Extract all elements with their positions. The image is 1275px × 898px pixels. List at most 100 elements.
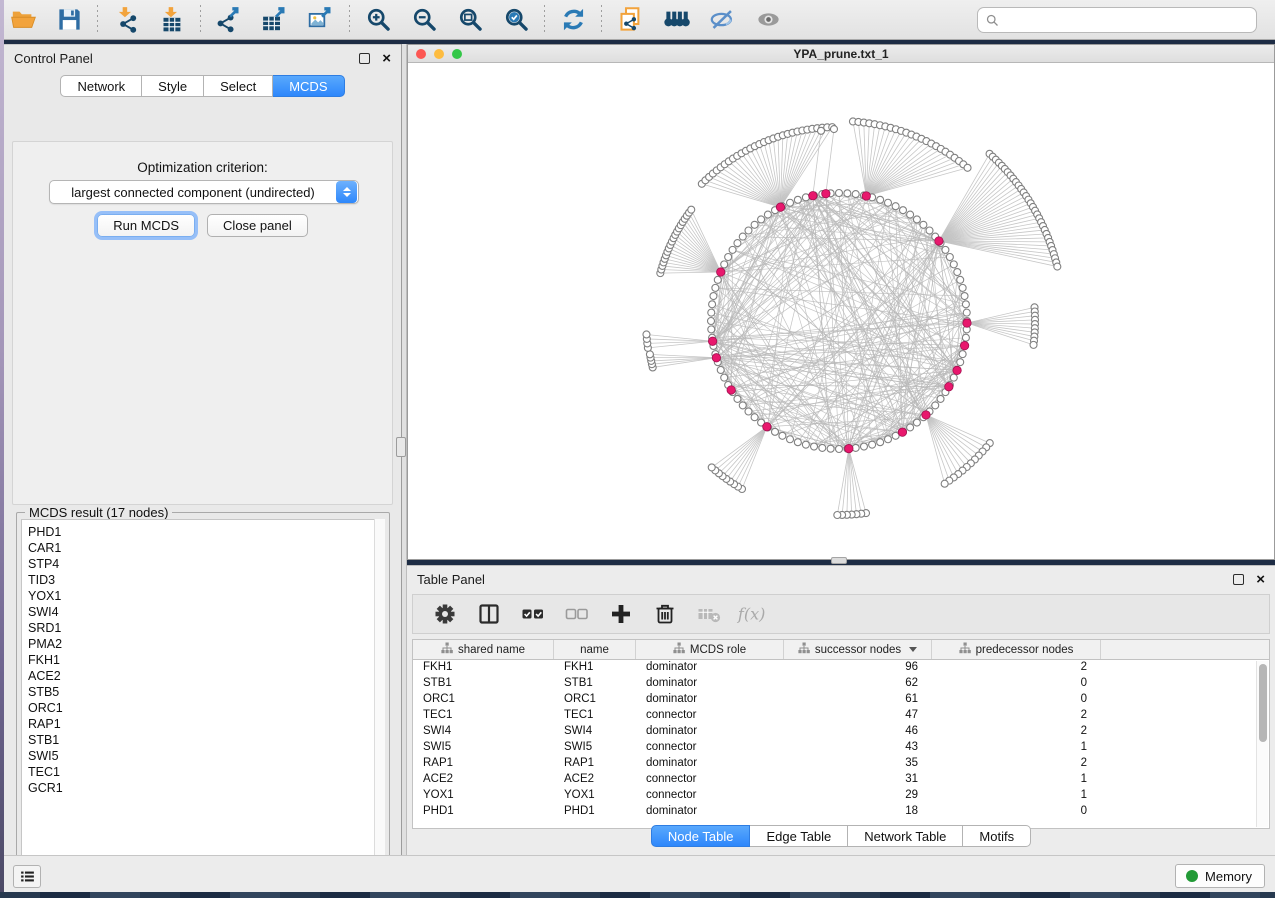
mcds-node-item[interactable]: ORC1 [28, 700, 384, 716]
list-menu-icon [19, 868, 36, 885]
table-footer-tabs: Node TableEdge TableNetwork TableMotifs [407, 821, 1275, 847]
cell-successor-nodes: 47 [784, 708, 932, 724]
gear-icon[interactable] [428, 599, 462, 629]
binoculars-icon[interactable] [659, 5, 693, 35]
close-table-panel-icon[interactable]: × [1256, 574, 1265, 585]
cell-successor-nodes: 18 [784, 804, 932, 820]
network-documents-icon[interactable] [613, 5, 647, 35]
column-header-name[interactable]: name [554, 640, 636, 659]
mcds-node-item[interactable]: TID3 [28, 572, 384, 588]
open-folder-icon[interactable] [6, 5, 40, 35]
table-row[interactable]: STB1STB1dominator620 [413, 676, 1269, 692]
mcds-node-item[interactable]: SRD1 [28, 620, 384, 636]
mcds-node-item[interactable]: PMA2 [28, 636, 384, 652]
search-input[interactable] [1000, 10, 1256, 30]
column-header-successor-nodes[interactable]: successor nodes [784, 640, 932, 659]
tab-style[interactable]: Style [142, 75, 204, 97]
cell-shared-name: ACE2 [413, 772, 554, 788]
horizontal-splitter-handle[interactable] [831, 557, 847, 564]
memory-button[interactable]: Memory [1175, 864, 1265, 888]
status-menu-button[interactable] [13, 865, 41, 888]
mcds-node-item[interactable]: STB1 [28, 732, 384, 748]
zoom-in-icon[interactable] [361, 5, 395, 35]
cell-successor-nodes: 62 [784, 676, 932, 692]
tab-edge-table[interactable]: Edge Table [750, 825, 848, 847]
zoom-selected-icon[interactable] [499, 5, 533, 35]
columns-icon[interactable] [472, 599, 506, 629]
mcds-node-item[interactable]: GCR1 [28, 780, 384, 796]
column-header-shared-name[interactable]: shared name [413, 640, 554, 659]
table-scrollbar[interactable] [1256, 661, 1268, 827]
save-icon[interactable] [52, 5, 86, 35]
close-panel-button[interactable]: Close panel [207, 214, 308, 237]
export-network-icon[interactable] [212, 5, 246, 35]
cell-successor-nodes: 43 [784, 740, 932, 756]
zoom-out-icon[interactable] [407, 5, 441, 35]
table-row[interactable]: ORC1ORC1dominator610 [413, 692, 1269, 708]
table-row[interactable]: RAP1RAP1dominator352 [413, 756, 1269, 772]
mcds-node-item[interactable]: RAP1 [28, 716, 384, 732]
trash-icon[interactable] [648, 599, 682, 629]
column-header-MCDS-role[interactable]: MCDS role [636, 640, 784, 659]
float-table-panel-icon[interactable] [1233, 574, 1244, 585]
cell-name: RAP1 [554, 756, 636, 772]
import-table-icon[interactable] [155, 5, 189, 35]
cell-name: YOX1 [554, 788, 636, 804]
table-row[interactable]: ACE2ACE2connector311 [413, 772, 1269, 788]
mcds-node-item[interactable]: STB5 [28, 684, 384, 700]
tab-motifs[interactable]: Motifs [963, 825, 1031, 847]
mcds-node-item[interactable]: FKH1 [28, 652, 384, 668]
import-network-icon[interactable] [109, 5, 143, 35]
table-row[interactable]: FKH1FKH1dominator962 [413, 660, 1269, 676]
cell-shared-name: TEC1 [413, 708, 554, 724]
refresh-icon[interactable] [556, 5, 590, 35]
mcds-node-item[interactable]: SWI5 [28, 748, 384, 764]
cell-name: SWI5 [554, 740, 636, 756]
mcds-node-item[interactable]: PHD1 [28, 524, 384, 540]
table-scrollbar-thumb[interactable] [1259, 664, 1267, 742]
tab-network-table[interactable]: Network Table [848, 825, 963, 847]
tab-select[interactable]: Select [204, 75, 273, 97]
table-row[interactable]: TEC1TEC1connector472 [413, 708, 1269, 724]
plus-icon[interactable] [604, 599, 638, 629]
search-icon [985, 13, 1000, 28]
tab-mcds[interactable]: MCDS [273, 75, 344, 97]
run-mcds-button[interactable]: Run MCDS [97, 214, 195, 237]
network-canvas[interactable] [408, 63, 1274, 559]
float-panel-icon[interactable] [359, 53, 370, 64]
table-row[interactable]: SWI4SWI4dominator462 [413, 724, 1269, 740]
main-toolbar [0, 0, 1275, 40]
mcds-node-item[interactable]: ACE2 [28, 668, 384, 684]
mcds-node-item[interactable]: STP4 [28, 556, 384, 572]
zoom-fit-icon[interactable] [453, 5, 487, 35]
criterion-dropdown[interactable]: largest connected component (undirected) [49, 180, 359, 204]
search-box[interactable] [977, 7, 1257, 33]
table-panel: Table Panel × f(x) shared namenameMCDS r… [407, 565, 1275, 855]
check-pair-icon[interactable] [516, 599, 550, 629]
toggle-visibility-icon[interactable] [705, 5, 739, 35]
mcds-node-item[interactable]: SWI4 [28, 604, 384, 620]
eye-icon[interactable] [751, 5, 785, 35]
vertical-splitter-handle[interactable] [396, 437, 406, 457]
mcds-node-item[interactable]: CAR1 [28, 540, 384, 556]
column-header-predecessor-nodes[interactable]: predecessor nodes [932, 640, 1101, 659]
close-panel-icon[interactable]: × [382, 53, 391, 64]
table-row[interactable]: SWI5SWI5connector431 [413, 740, 1269, 756]
uncheck-pair-icon[interactable] [560, 599, 594, 629]
table-row[interactable]: PHD1PHD1dominator180 [413, 804, 1269, 820]
cell-name: SWI4 [554, 724, 636, 740]
table-row[interactable]: YOX1YOX1connector291 [413, 788, 1269, 804]
mcds-list-scrollbar[interactable] [374, 519, 385, 878]
network-window-titlebar[interactable]: YPA_prune.txt_1 [408, 45, 1274, 63]
mcds-node-item[interactable]: YOX1 [28, 588, 384, 604]
mcds-node-item[interactable]: TEC1 [28, 764, 384, 780]
tree-icon [441, 642, 453, 657]
cell-successor-nodes: 96 [784, 660, 932, 676]
tab-node-table[interactable]: Node Table [651, 825, 751, 847]
export-table-icon[interactable] [258, 5, 292, 35]
cell-name: ACE2 [554, 772, 636, 788]
tree-icon [959, 642, 971, 657]
export-image-icon[interactable] [304, 5, 338, 35]
cell-name: FKH1 [554, 660, 636, 676]
tab-network[interactable]: Network [60, 75, 142, 97]
